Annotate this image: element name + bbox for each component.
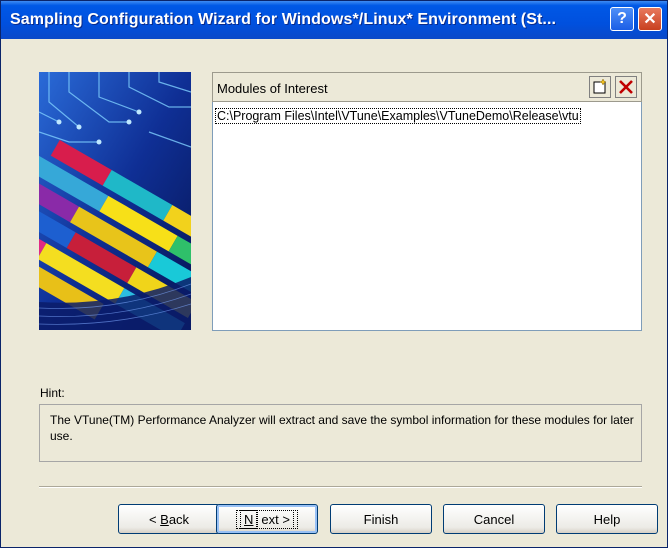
hint-text: The VTune(TM) Performance Analyzer will … [50,413,634,443]
help-title-button[interactable]: ? [610,7,634,31]
help-button-label: Help [593,511,621,527]
help-button[interactable]: Help [556,504,658,534]
close-button[interactable]: ✕ [638,7,662,31]
hint-label: Hint: [40,386,65,400]
finish-button-label: Finish [363,511,399,527]
wizard-banner-image [39,72,191,330]
back-prefix: < [148,511,161,527]
next-button[interactable]: Next > [216,504,318,534]
hint-box: The VTune(TM) Performance Analyzer will … [39,404,642,462]
window-title: Sampling Configuration Wizard for Window… [10,11,557,28]
back-mnemonic: B [160,511,169,527]
modules-header-label: Modules of Interest [217,81,328,96]
new-item-icon [593,78,607,94]
back-rest: ack [168,511,190,527]
close-icon: ✕ [643,11,657,28]
modules-of-interest-list: Modules of Interest C:\Program Files\Int… [212,72,642,331]
modules-header: Modules of Interest [212,72,642,102]
delete-icon [619,80,633,94]
finish-button[interactable]: Finish [330,504,432,534]
new-module-button[interactable] [589,76,611,98]
circuit-graphic [39,72,191,330]
cancel-button[interactable]: Cancel [443,504,545,534]
button-separator [39,486,642,488]
next-mnemonic: N [240,509,258,529]
title-bar[interactable]: Sampling Configuration Wizard for Window… [1,1,667,39]
wizard-window: Sampling Configuration Wizard for Window… [0,0,668,548]
modules-listbox[interactable]: C:\Program Files\Intel\VTune\Examples\VT… [212,102,642,331]
back-button-label: < Back [149,512,189,527]
list-item[interactable]: C:\Program Files\Intel\VTune\Examples\VT… [215,108,581,124]
delete-module-button[interactable] [615,76,637,98]
next-button-label: Next > [236,509,298,529]
next-rest: ext > [257,509,294,529]
question-icon: ? [617,10,627,27]
back-button[interactable]: < Back [118,504,220,534]
cancel-button-label: Cancel [473,511,515,527]
